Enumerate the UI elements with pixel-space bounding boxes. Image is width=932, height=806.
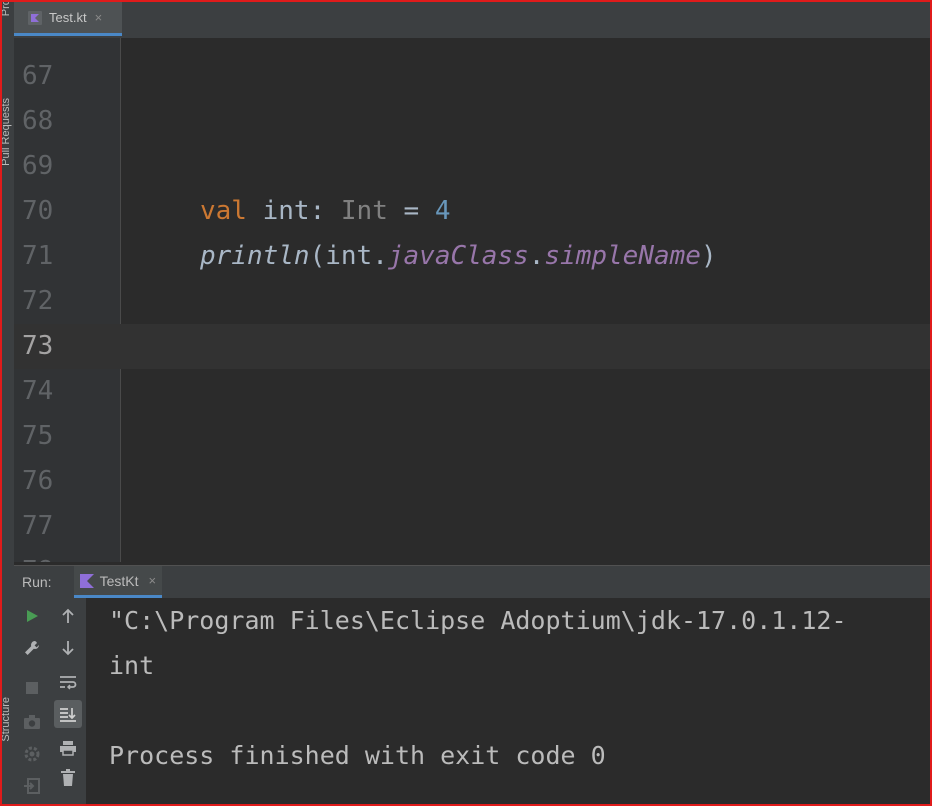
console-line: "C:\Program Files\Eclipse Adoptium\jdk-1…	[109, 606, 847, 635]
scroll-to-end-button[interactable]	[54, 700, 82, 728]
code-line: 74	[14, 369, 930, 414]
print-button[interactable]	[54, 734, 82, 762]
code-line: 77	[14, 504, 930, 549]
line-number: 72	[22, 286, 54, 316]
scroll-to-end-icon	[60, 708, 76, 722]
code-editor[interactable]: 67 68 69 70 val int: Int = 4 71 println(…	[14, 38, 930, 562]
function-call: println	[200, 241, 310, 271]
rerun-button[interactable]	[18, 602, 46, 630]
pull-requests-tool-label[interactable]: Pull Requests	[2, 98, 12, 166]
dump-threads-button[interactable]	[18, 708, 46, 736]
line-number: 68	[22, 106, 54, 136]
dot: .	[528, 241, 545, 271]
line-number: 74	[22, 376, 54, 406]
edit-configuration-button[interactable]	[18, 634, 46, 662]
close-icon[interactable]: ×	[95, 10, 103, 25]
camera-icon	[24, 715, 40, 729]
type-name: Int	[340, 196, 388, 226]
colon: :	[309, 196, 341, 226]
run-icon	[27, 610, 38, 622]
settings-button[interactable]	[18, 740, 46, 768]
arrow-down-icon	[62, 641, 74, 656]
call-args: (int.	[309, 241, 388, 271]
assign-op: =	[387, 196, 435, 226]
line-number: 77	[22, 511, 54, 541]
console-line: int	[109, 651, 155, 680]
line-number: 76	[22, 466, 54, 496]
current-code-line: 73	[14, 324, 930, 369]
next-occurrence-button[interactable]	[54, 634, 82, 662]
run-panel-header: Run: TestKt ×	[14, 565, 930, 598]
close-icon[interactable]: ×	[148, 573, 156, 588]
structure-tool-label[interactable]: Structure	[2, 697, 12, 742]
code-line: 68	[14, 99, 930, 144]
stop-icon	[26, 682, 38, 694]
extension-property: javaClass	[387, 241, 529, 271]
line-number: 71	[22, 241, 54, 271]
previous-occurrence-button[interactable]	[54, 602, 82, 630]
code-line: 70 val int: Int = 4	[14, 189, 930, 234]
kotlin-file-icon	[28, 10, 42, 25]
soft-wrap-icon	[60, 676, 77, 690]
line-number: 69	[22, 151, 54, 181]
run-tab-label: TestKt	[99, 572, 139, 589]
wrench-icon	[25, 641, 39, 655]
ide-window: Project Pull Requests Structure Test.kt …	[0, 0, 932, 806]
stop-button[interactable]	[18, 674, 46, 702]
extension-property: simpleName	[544, 241, 701, 271]
code-line: 71 println(int.javaClass.simpleName)	[14, 234, 930, 279]
line-number: 73	[22, 331, 54, 361]
gear-icon	[24, 746, 40, 762]
tab-label: Test.kt	[49, 10, 87, 25]
project-tool-label[interactable]: Project	[2, 2, 12, 16]
editor-tab-bar: Test.kt ×	[14, 2, 930, 39]
console-line: Process finished with exit code 0	[109, 741, 606, 770]
clear-all-button[interactable]	[54, 764, 82, 792]
run-toolbar-right	[50, 598, 87, 804]
identifier: int	[246, 196, 310, 226]
code-line: 67	[14, 54, 930, 99]
line-number: 75	[22, 421, 54, 451]
arrow-up-icon	[62, 608, 74, 623]
print-icon	[60, 741, 76, 756]
run-tab-testkt[interactable]: TestKt ×	[73, 566, 163, 598]
close-paren: )	[700, 241, 717, 271]
line-number: 78	[22, 549, 82, 562]
code-line: 78	[14, 549, 930, 562]
run-toolbar-left	[14, 598, 50, 804]
tab-test-kt[interactable]: Test.kt ×	[14, 2, 122, 36]
code-text: val int: Int = 4	[200, 189, 451, 234]
code-line: 76	[14, 459, 930, 504]
console-output[interactable]: "C:\Program Files\Eclipse Adoptium\jdk-1…	[87, 598, 930, 804]
exit-button[interactable]	[18, 772, 46, 800]
trash-icon	[61, 769, 75, 786]
run-label: Run:	[22, 574, 52, 590]
soft-wrap-button[interactable]	[54, 668, 82, 696]
exit-icon	[24, 778, 40, 794]
code-line: 72	[14, 279, 930, 324]
kotlin-run-icon	[79, 573, 94, 588]
code-line: 69	[14, 144, 930, 189]
code-text: println(int.javaClass.simpleName)	[200, 234, 717, 279]
line-number: 70	[22, 196, 54, 226]
line-number: 67	[22, 61, 54, 91]
number-literal: 4	[434, 196, 451, 226]
code-line: 75	[14, 414, 930, 459]
keyword-val: val	[200, 196, 247, 226]
